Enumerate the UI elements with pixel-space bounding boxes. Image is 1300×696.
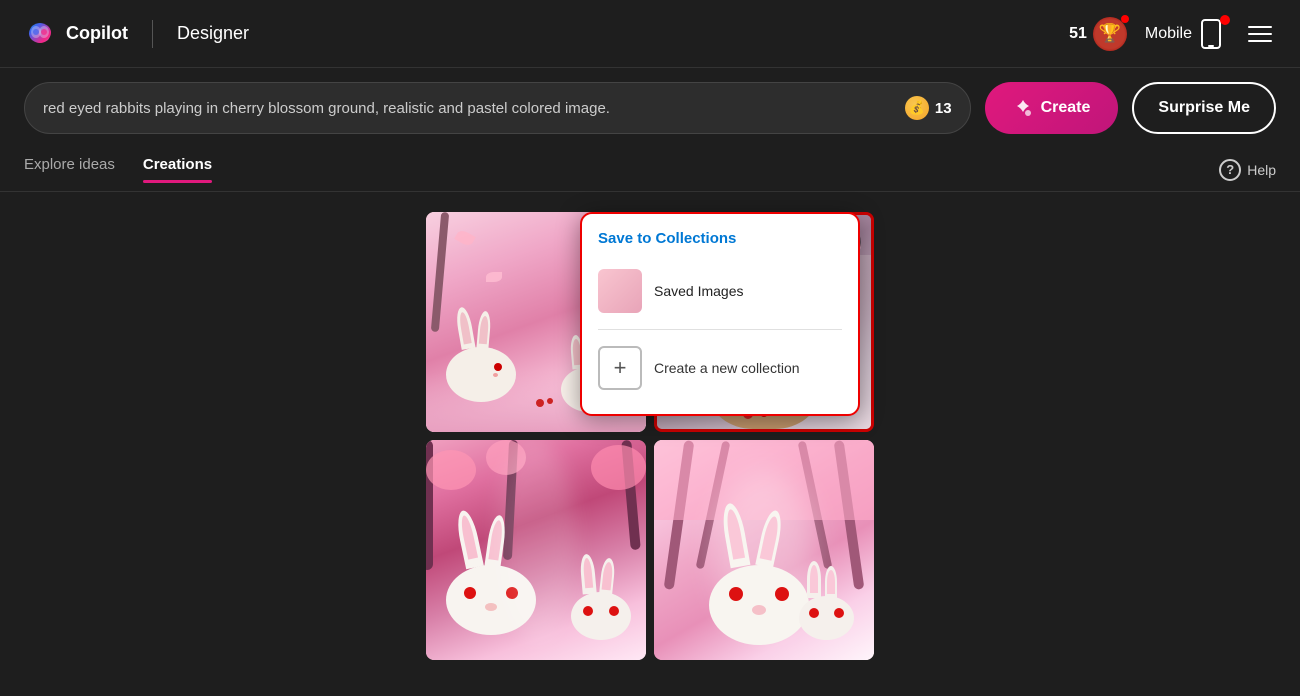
- new-collection-item[interactable]: + Create a new collection: [598, 338, 842, 398]
- tab-creations[interactable]: Creations: [143, 156, 212, 183]
- tab-explore-ideas-label: Explore ideas: [24, 156, 115, 173]
- hamburger-menu[interactable]: [1244, 22, 1276, 46]
- create-label: Create: [1041, 99, 1091, 117]
- collections-link[interactable]: Collections: [656, 230, 737, 247]
- surprise-label: Surprise Me: [1158, 99, 1250, 116]
- app-name: Copilot: [66, 23, 128, 44]
- search-bar-area: red eyed rabbits playing in cherry bloss…: [0, 68, 1300, 148]
- header-divider: [152, 20, 153, 48]
- tab-explore-ideas[interactable]: Explore ideas: [24, 156, 115, 183]
- create-icon: [1013, 98, 1033, 118]
- header: Copilot Designer 51 🏆 Mobile: [0, 0, 1300, 68]
- tab-creations-label: Creations: [143, 156, 212, 173]
- plus-icon: +: [598, 346, 642, 390]
- trophy-icon: 🏆: [1093, 17, 1127, 51]
- score-badge: 51 🏆: [1069, 17, 1127, 51]
- hamburger-line-2: [1248, 33, 1272, 35]
- score-value: 51: [1069, 25, 1087, 43]
- copilot-logo-icon: [24, 18, 56, 50]
- hamburger-line-3: [1248, 40, 1272, 42]
- help-label: Help: [1247, 162, 1276, 178]
- image-cell-3[interactable]: [426, 440, 646, 660]
- main-content: Save to Collections Saved Images + Creat…: [0, 192, 1300, 680]
- surprise-button[interactable]: Surprise Me: [1132, 82, 1276, 134]
- popup-title: Save to Collections: [598, 230, 842, 247]
- new-collection-label: Create a new collection: [654, 360, 800, 376]
- mobile-section: Mobile: [1145, 19, 1226, 49]
- search-query-text: red eyed rabbits playing in cherry bloss…: [43, 100, 905, 117]
- coin-icon: 💰: [905, 96, 929, 120]
- popup-divider: [598, 329, 842, 330]
- collections-popup: Save to Collections Saved Images + Creat…: [580, 212, 860, 416]
- help-button[interactable]: ? Help: [1219, 159, 1276, 181]
- hamburger-line-1: [1248, 26, 1272, 28]
- saved-images-item[interactable]: Saved Images: [598, 261, 842, 321]
- mobile-label-text: Mobile: [1145, 25, 1192, 43]
- collection-thumb: [598, 269, 642, 313]
- tabs-area: Explore ideas Creations ? Help: [0, 148, 1300, 192]
- coin-badge: 💰 13: [905, 96, 952, 120]
- header-right: 51 🏆 Mobile: [1069, 17, 1276, 51]
- coin-count: 13: [935, 100, 952, 117]
- help-icon: ?: [1219, 159, 1241, 181]
- create-button[interactable]: Create: [985, 82, 1119, 134]
- logo-area: Copilot Designer: [24, 18, 249, 50]
- save-to-text: Save to: [598, 230, 651, 247]
- search-input-wrapper[interactable]: red eyed rabbits playing in cherry bloss…: [24, 82, 971, 134]
- module-name: Designer: [177, 23, 249, 44]
- saved-images-label: Saved Images: [654, 283, 744, 299]
- image-cell-4[interactable]: [654, 440, 874, 660]
